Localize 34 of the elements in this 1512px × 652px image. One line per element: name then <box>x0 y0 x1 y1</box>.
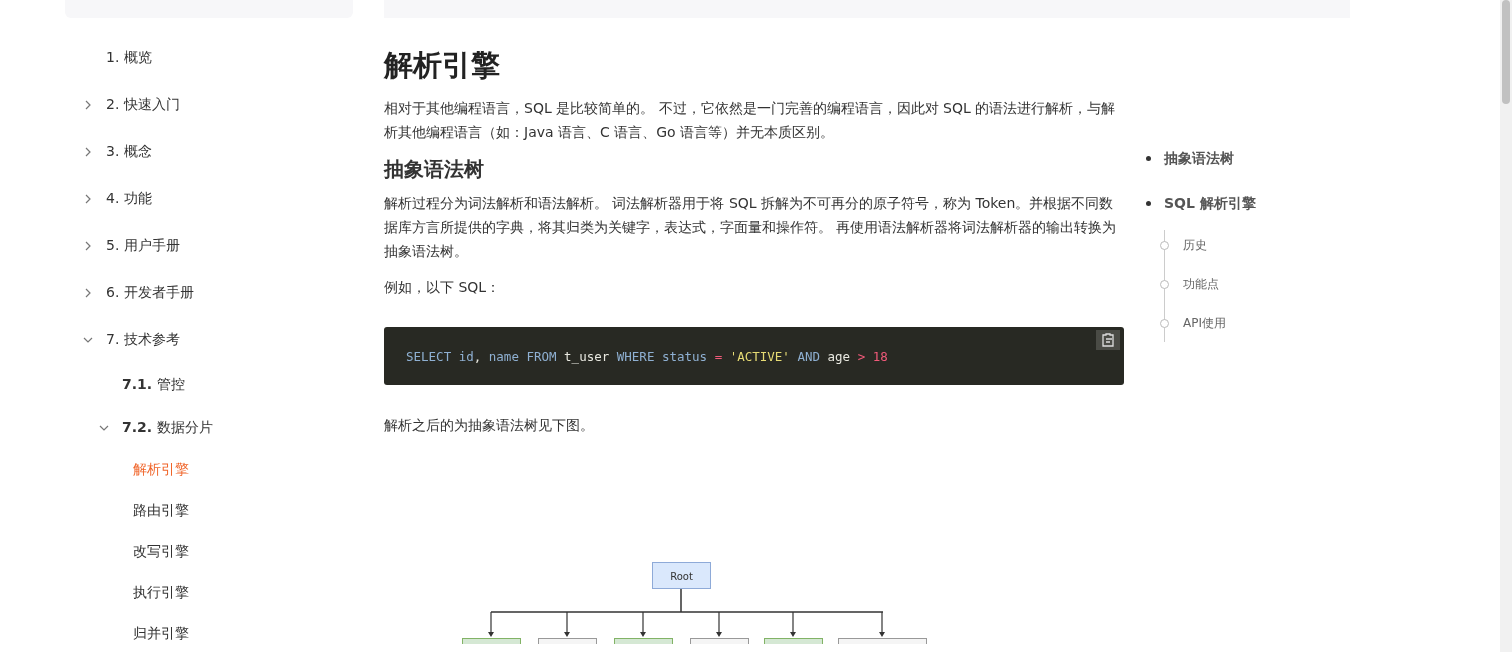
circle-icon <box>1160 280 1169 289</box>
toc-link[interactable]: 历史 <box>1183 237 1207 254</box>
toc-link[interactable]: 功能点 <box>1183 276 1219 293</box>
scrollbar[interactable] <box>1500 0 1512 652</box>
toc-link[interactable]: API使用 <box>1183 315 1226 332</box>
tree-node: Root <box>652 562 711 589</box>
nav-item[interactable]: 执行引擎 <box>133 583 189 602</box>
circle-icon <box>1160 241 1169 250</box>
nav-item[interactable]: 1. 概览 <box>106 48 152 67</box>
nav-item[interactable]: 归并引擎 <box>133 624 189 643</box>
copy-icon[interactable] <box>1096 330 1120 350</box>
paragraph: 解析之后的为抽象语法树见下图。 <box>384 416 595 435</box>
bullet-icon <box>1146 156 1151 161</box>
paragraph: 解析过程分为词法解析和语法解析。 词法解析器用于将 SQL 拆解为不可再分的原子符号，称为 Token。并根据不同数据库方言所提供的字典，将其归类为关键字，表达式，字面量和操作符。 再使用语法解析器将词法解析器的输出转换为抽象语法树。 <box>384 194 1118 261</box>
nav-item[interactable]: 7.2. 数据分片 <box>122 418 213 437</box>
nav-item[interactable]: 4. 功能 <box>106 189 152 208</box>
scrollbar-thumb[interactable] <box>1502 0 1510 104</box>
nav-item[interactable]: 6. 开发者手册 <box>106 283 194 302</box>
bullet-icon <box>1146 201 1151 206</box>
nav-item[interactable]: 3. 概念 <box>106 142 152 161</box>
toc-link[interactable]: SQL 解析引擎 <box>1164 194 1256 213</box>
nav-item[interactable]: 7.1. 管控 <box>122 375 185 394</box>
toc-link[interactable]: 抽象语法树 <box>1164 149 1234 168</box>
circle-icon <box>1160 319 1169 328</box>
nav-item[interactable]: 改写引擎 <box>133 542 189 561</box>
paragraph: 例如，以下 SQL： <box>384 278 502 297</box>
code-line: SELECT id, name FROM t_user WHERE status = 'ACTIVE' AND age > 18 <box>406 348 888 364</box>
nav-item[interactable]: 2. 快速入门 <box>106 95 180 114</box>
nav-item[interactable]: 7. 技术参考 <box>106 330 180 349</box>
paragraph: 相对于其他编程语言，SQL 是比较简单的。 不过，它依然是一门完善的编程语言，因此对 SQL 的语法进行解析，与解析其他编程语言（如：Java 语言、C 语言、Go 语言等）并无本质区别。 <box>384 99 1117 142</box>
section-heading: 抽象语法树 <box>384 156 485 183</box>
nav-item[interactable]: 路由引擎 <box>133 501 189 520</box>
nav-item[interactable]: 5. 用户手册 <box>106 236 180 255</box>
page-title: 解析引擎 <box>384 47 501 84</box>
